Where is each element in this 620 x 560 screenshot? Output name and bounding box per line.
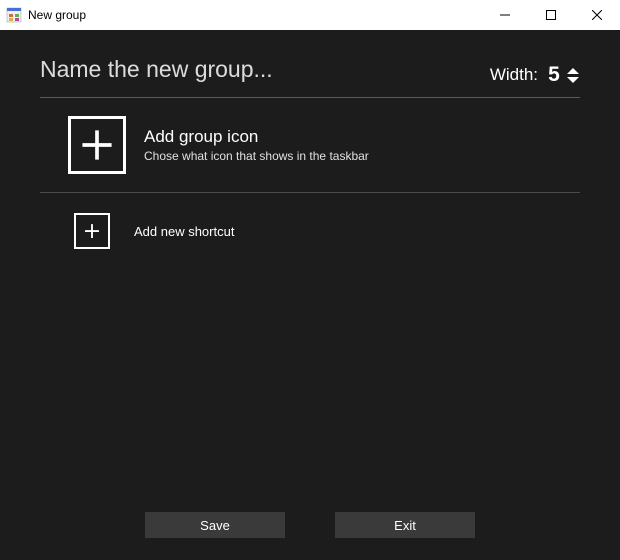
minimize-button[interactable] bbox=[482, 0, 528, 30]
add-group-icon-row[interactable]: Add group icon Chose what icon that show… bbox=[40, 98, 580, 190]
plus-icon bbox=[80, 128, 114, 162]
add-group-icon-title: Add group icon bbox=[144, 127, 369, 147]
width-block: Width: 5 bbox=[490, 63, 580, 91]
save-button[interactable]: Save bbox=[145, 512, 285, 538]
close-icon bbox=[592, 10, 602, 20]
maximize-icon bbox=[546, 10, 556, 20]
exit-button[interactable]: Exit bbox=[335, 512, 475, 538]
arrow-down-icon bbox=[567, 77, 579, 83]
title-bar[interactable]: New group bbox=[0, 0, 620, 30]
minimize-icon bbox=[500, 10, 510, 20]
width-label: Width: bbox=[490, 65, 538, 85]
group-name-input[interactable] bbox=[40, 52, 470, 91]
footer: Save Exit bbox=[0, 512, 620, 560]
plus-icon bbox=[83, 222, 101, 240]
maximize-button[interactable] bbox=[528, 0, 574, 30]
add-shortcut-row[interactable]: Add new shortcut bbox=[40, 193, 580, 249]
app-window: New group Width: 5 bbox=[0, 0, 620, 560]
width-increment-button[interactable] bbox=[566, 67, 580, 75]
add-group-icon-button[interactable] bbox=[68, 116, 126, 174]
header-row: Width: 5 bbox=[40, 52, 580, 91]
client-area: Width: 5 bbox=[0, 30, 620, 560]
width-value: 5 bbox=[546, 63, 562, 87]
width-decrement-button[interactable] bbox=[566, 76, 580, 84]
arrow-up-icon bbox=[567, 68, 579, 74]
window-controls bbox=[482, 0, 620, 30]
close-button[interactable] bbox=[574, 0, 620, 30]
width-spinner[interactable]: 5 bbox=[546, 63, 580, 87]
add-group-icon-text: Add group icon Chose what icon that show… bbox=[144, 127, 369, 163]
app-icon bbox=[6, 7, 22, 23]
add-shortcut-label: Add new shortcut bbox=[134, 224, 234, 239]
add-shortcut-button[interactable] bbox=[74, 213, 110, 249]
content-area: Width: 5 bbox=[0, 30, 620, 512]
add-group-icon-subtitle: Chose what icon that shows in the taskba… bbox=[144, 149, 369, 163]
window-title: New group bbox=[28, 8, 86, 22]
